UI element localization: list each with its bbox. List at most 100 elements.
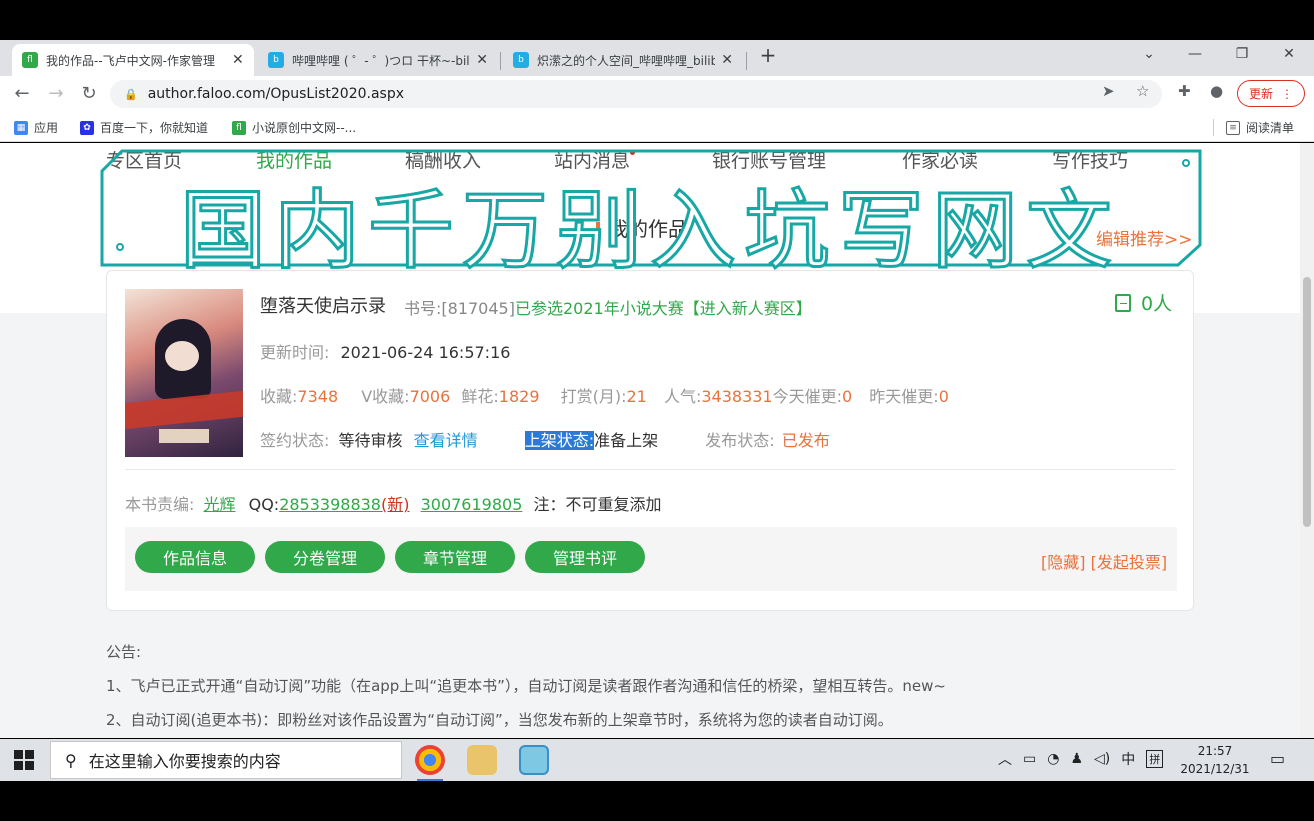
contest-link[interactable]: 已参选2021年小说大赛【进入新人赛区】 — [515, 299, 812, 318]
tab-search-icon[interactable]: ⌄ — [1134, 46, 1164, 62]
card-right-links: [隐藏] [发起投票] — [1041, 549, 1167, 573]
popularity-value: 3438331 — [701, 387, 773, 406]
qq-link-1[interactable]: 2853398838 — [279, 495, 381, 514]
back-icon[interactable]: ← — [10, 83, 34, 104]
start-vote-link[interactable]: [发起投票] — [1091, 553, 1168, 572]
close-tab-icon[interactable]: ✕ — [721, 52, 733, 68]
bookmark-label: 百度一下，你就知道 — [100, 121, 209, 135]
today-urge-value: 0 — [842, 387, 853, 406]
screen: fl 我的作品--飞卢中文网-作家管理 ✕ b 哔哩哔哩 ( ゜- ゜)つロ 干… — [0, 0, 1314, 821]
media-app-icon[interactable] — [467, 745, 497, 775]
page-scrollbar[interactable] — [1300, 143, 1314, 738]
bookmark-star-icon[interactable]: ☆ — [1136, 82, 1149, 100]
bilibili-favicon-icon: b — [268, 52, 284, 68]
tab-separator — [500, 52, 501, 70]
stats-row: 收藏:7348 V收藏:7006 鲜花:1829 打赏(月):21 人气:343… — [260, 383, 949, 407]
chevron-up-icon[interactable]: ︿ — [998, 749, 1012, 769]
chrome-app-icon[interactable] — [415, 745, 445, 781]
tab-title: 哔哩哔哩 ( ゜- ゜)つロ 干杯~-bilibili — [292, 53, 470, 68]
extensions-icon[interactable]: ✚ — [1178, 82, 1191, 100]
video-app-icon[interactable] — [519, 745, 549, 775]
qq-new-badge: (新) — [380, 495, 410, 514]
update-button[interactable]: 更新 ⋮ — [1237, 80, 1305, 107]
notice-item: 2、自动订阅(追更本书)：即粉丝对该作品设置为“自动订阅”，当您发布新的上架章节… — [106, 711, 893, 729]
taskbar: ⚲ 在这里输入你要搜索的内容 ︿ ▭ ◔ ♟ ◁) 中 拼 21:57 2021… — [0, 739, 1314, 781]
close-tab-icon[interactable]: ✕ — [232, 52, 244, 68]
chapter-manage-button[interactable]: 章节管理 — [395, 541, 515, 573]
reading-list[interactable]: ≡ 阅读清单 — [1213, 119, 1294, 136]
book-meta: 书号:[817045]已参选2021年小说大赛【进入新人赛区】 — [404, 295, 812, 319]
minimize-icon[interactable]: — — [1180, 46, 1210, 62]
tab-bilibili-space[interactable]: b 炽潆之的个人空间_哔哩哔哩_bilibili ✕ — [503, 44, 743, 76]
review-manage-button[interactable]: 管理书评 — [525, 541, 645, 573]
volume-manage-button[interactable]: 分卷管理 — [265, 541, 385, 573]
close-tab-icon[interactable]: ✕ — [476, 52, 488, 68]
editor-row: 本书责编: 光辉 QQ:2853398838(新) 3007619805 注：不… — [125, 491, 661, 515]
url-input[interactable]: 🔒 author.faloo.com/OpusList2020.aspx — [110, 80, 1162, 108]
restore-icon[interactable]: ❐ — [1227, 46, 1257, 62]
hide-link[interactable]: [隐藏] — [1041, 553, 1086, 572]
notice-title: 公告: — [106, 643, 142, 661]
taskbar-search-input[interactable]: ⚲ 在这里输入你要搜索的内容 — [50, 741, 402, 779]
scrollbar-thumb[interactable] — [1303, 277, 1311, 527]
cover-subtitle-band — [159, 429, 209, 443]
bookmark-baidu[interactable]: ✿ 百度一下，你就知道 — [80, 119, 208, 136]
view-details-link[interactable]: 查看详情 — [414, 431, 478, 450]
profile-icon[interactable]: ● — [1210, 82, 1223, 100]
wifi-icon[interactable]: ◔ — [1047, 751, 1059, 767]
book-card: 堕落天使启示录 书号:[817045]已参选2021年小说大赛【进入新人赛区】 … — [106, 270, 1194, 611]
reading-list-label: 阅读清单 — [1246, 121, 1295, 135]
bookmark-faloo[interactable]: fl 小说原创中文网--... — [232, 119, 356, 136]
volume-icon[interactable]: ◁) — [1094, 751, 1110, 767]
sign-label: 签约状态: — [260, 431, 330, 450]
update-time-row: 更新时间: 2021-06-24 16:57:16 — [260, 339, 510, 363]
book-action-bar: 作品信息 分卷管理 章节管理 管理书评 [隐藏] [发起投票] — [125, 527, 1177, 591]
qq-tray-icon[interactable]: ♟ — [1070, 751, 1083, 767]
followers-count[interactable]: 0人 — [1115, 289, 1172, 316]
battery-icon[interactable]: ▭ — [1023, 751, 1036, 767]
faloo-favicon-icon: fl — [232, 120, 246, 135]
windows-start-icon[interactable] — [14, 750, 34, 770]
tab-separator — [746, 52, 747, 70]
status-row: 签约状态: 等待审核 查看详情 上架状态:准备上架 发布状态: 已发布 — [260, 427, 830, 451]
system-tray: ︿ ▭ ◔ ♟ ◁) 中 拼 — [998, 749, 1164, 769]
book-cover-image[interactable] — [125, 289, 243, 457]
book-info-button[interactable]: 作品信息 — [135, 541, 255, 573]
clock[interactable]: 21:57 2021/12/31 — [1180, 742, 1250, 778]
cover-face — [165, 341, 199, 371]
faloo-favicon-icon: fl — [22, 52, 38, 68]
publish-value: 已发布 — [781, 431, 830, 450]
browser-tab-bar: fl 我的作品--飞卢中文网-作家管理 ✕ b 哔哩哔哩 ( ゜- ゜)つロ 干… — [0, 40, 1314, 76]
search-icon: ⚲ — [65, 750, 77, 770]
yesterday-urge-value: 0 — [938, 387, 949, 406]
tab-title: 我的作品--飞卢中文网-作家管理 — [46, 53, 215, 68]
close-window-icon[interactable]: ✕ — [1274, 46, 1304, 62]
reload-icon[interactable]: ↻ — [77, 83, 101, 104]
bookmark-apps[interactable]: ▦ 应用 — [14, 119, 58, 136]
collect-value: 7348 — [297, 387, 339, 406]
bookmarks-bar: ▦ 应用 ✿ 百度一下，你就知道 fl 小说原创中文网--... ≡ 阅读清单 — [0, 112, 1314, 142]
book-id: 书号:[817045] — [404, 299, 515, 318]
flowers-value: 1829 — [498, 387, 540, 406]
bookmark-label: 应用 — [34, 121, 59, 135]
ime-mode-indicator[interactable]: 拼 — [1146, 750, 1164, 768]
qq-link-2[interactable]: 3007619805 — [421, 495, 523, 514]
vcollect-label: V收藏: — [361, 387, 410, 406]
vcollect-value: 7006 — [409, 387, 451, 406]
followers-value: 0人 — [1141, 293, 1173, 315]
editor-name-link[interactable]: 光辉 — [204, 495, 236, 514]
forward-icon[interactable]: → — [44, 83, 68, 104]
send-icon[interactable]: ➤ — [1102, 82, 1115, 100]
yesterday-urge-label: 昨天催更: — [869, 387, 939, 406]
ime-indicator[interactable]: 中 — [1121, 749, 1135, 769]
book-title[interactable]: 堕落天使启示录 — [260, 292, 386, 318]
popularity-label: 人气: — [663, 387, 702, 406]
cover-title-band — [125, 390, 243, 430]
update-label: 更新 — [1248, 87, 1273, 101]
new-tab-button[interactable]: + — [753, 43, 783, 67]
tab-bilibili[interactable]: b 哔哩哔哩 ( ゜- ゜)つロ 干杯~-bilibili ✕ — [258, 44, 498, 76]
tab-my-works[interactable]: fl 我的作品--飞卢中文网-作家管理 ✕ — [12, 44, 254, 76]
url-text: author.faloo.com/OpusList2020.aspx — [147, 86, 405, 102]
bilibili-favicon-icon: b — [513, 52, 529, 68]
notification-icon[interactable]: ▭ — [1270, 749, 1285, 768]
